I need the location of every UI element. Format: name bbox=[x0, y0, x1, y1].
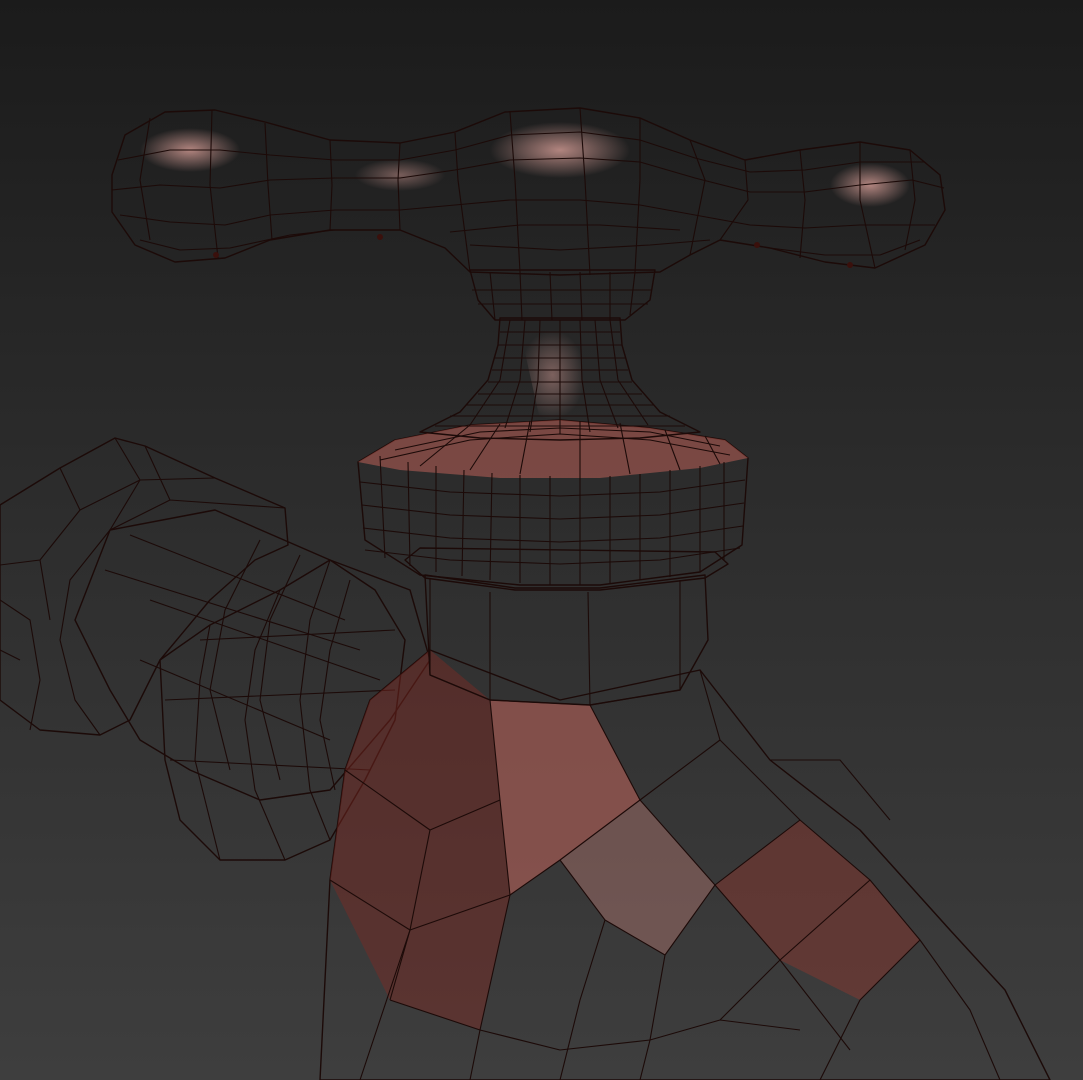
faucet-body bbox=[319, 649, 1051, 1080]
stem-neck bbox=[419, 317, 701, 441]
packing-nut bbox=[357, 419, 749, 586]
3d-viewport[interactable] bbox=[0, 0, 1083, 1080]
inlet-hex-nut bbox=[0, 437, 289, 736]
handle-hub bbox=[469, 269, 656, 321]
t-handle bbox=[111, 107, 946, 276]
faucet-render bbox=[0, 107, 1051, 1080]
